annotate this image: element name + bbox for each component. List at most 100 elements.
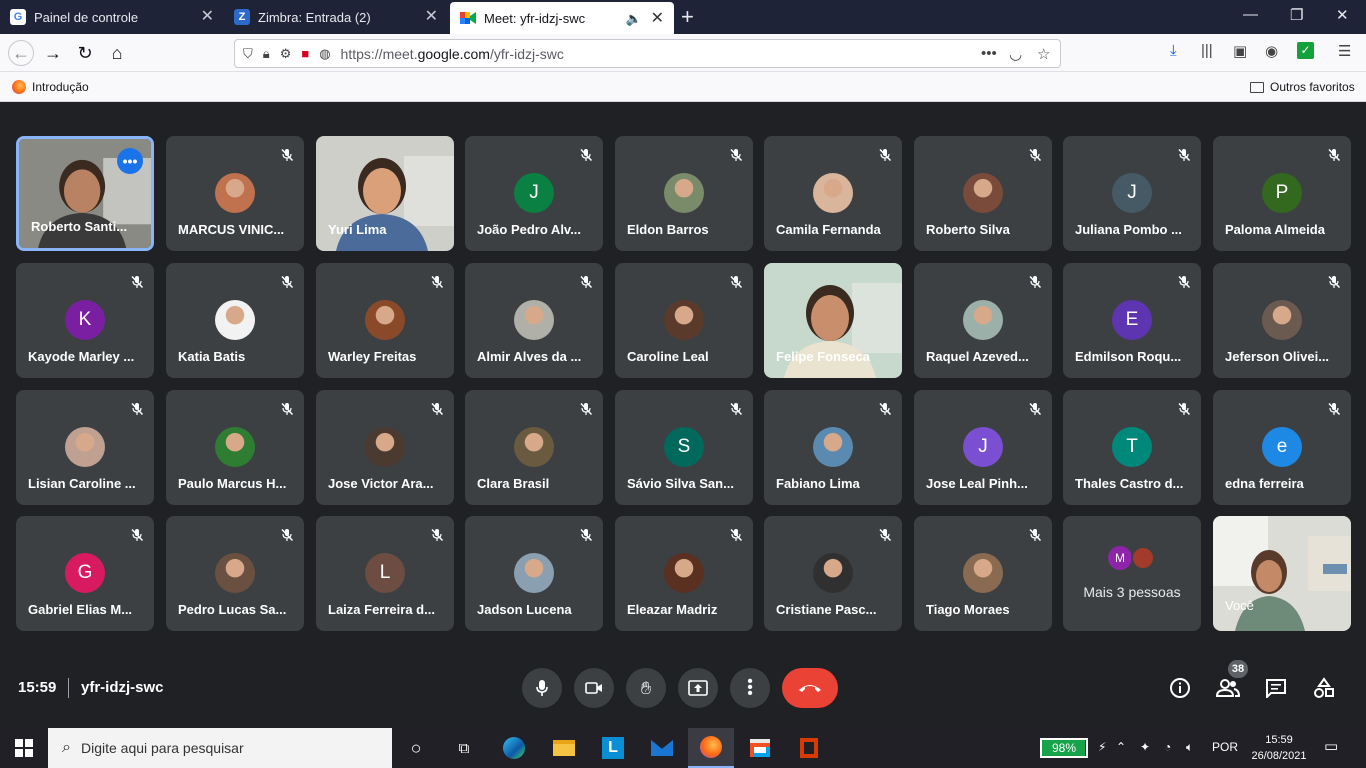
participant-tile[interactable]: Cristiane Pasc... [764, 516, 902, 631]
other-bookmarks[interactable]: Outros favoritos [1250, 80, 1355, 94]
downloads-icon[interactable]: ⤓ [1170, 42, 1177, 59]
participant-tile[interactable]: ••• Roberto Santi... [16, 136, 154, 251]
participant-tile[interactable]: T Thales Castro d... [1063, 390, 1201, 505]
tab-meet[interactable]: Meet: yfr-idzj-swc 🔈 ✕ [450, 2, 674, 34]
participant-tile[interactable]: Warley Freitas [316, 263, 454, 378]
speaker-icon[interactable]: 🔈 [626, 11, 642, 27]
home-button[interactable]: ⌂ [104, 40, 130, 66]
present-screen-button[interactable] [678, 668, 718, 708]
lock-icon[interactable]: 🔒︎ [263, 46, 270, 62]
battery-indicator[interactable]: 98% [1040, 738, 1088, 758]
bookmark-introducao[interactable]: Introdução [12, 80, 89, 94]
camera-button[interactable] [574, 668, 614, 708]
close-icon[interactable]: ✕ [425, 9, 438, 25]
pocket-icon[interactable]: ◡ [1009, 45, 1022, 63]
microphone-active-icon[interactable]: ◍ [319, 46, 330, 62]
tray-expand-icon[interactable]: ⌃ [1116, 740, 1126, 754]
dropbox-icon[interactable]: ✦ [1140, 740, 1150, 754]
participant-tile[interactable]: Camila Fernanda [764, 136, 902, 251]
participant-tile[interactable]: Raquel Azeved... [914, 263, 1052, 378]
reload-button[interactable]: ↻ [72, 40, 98, 66]
account-icon[interactable]: ◉ [1265, 42, 1278, 60]
participant-tile[interactable]: Tiago Moraes [914, 516, 1052, 631]
permissions-icon[interactable]: ⚙ [280, 46, 292, 62]
back-button[interactable]: ← [8, 40, 34, 66]
meeting-details-button[interactable] [1168, 676, 1192, 700]
store-icon[interactable] [748, 736, 772, 760]
url-text[interactable]: https://meet.google.com/yfr-idzj-swc [341, 46, 564, 62]
camera-active-icon[interactable]: ■ [301, 46, 309, 61]
raise-hand-button[interactable]: ✋︎ [626, 668, 666, 708]
participant-tile[interactable]: Lisian Caroline ... [16, 390, 154, 505]
language-indicator[interactable]: POR [1212, 740, 1238, 754]
close-icon[interactable]: ✕ [651, 11, 664, 27]
participant-tile[interactable]: L Laiza Ferreira d... [316, 516, 454, 631]
charging-icon[interactable]: ⚡ [1098, 740, 1106, 754]
windows-start-icon[interactable] [12, 736, 36, 760]
firefox-taskbar-icon[interactable] [688, 728, 734, 768]
wifi-icon[interactable]: ◔ [1164, 740, 1171, 754]
extension-check-icon[interactable]: ✓ [1297, 42, 1314, 59]
participant-tile[interactable]: Eldon Barros [615, 136, 753, 251]
self-video-tile[interactable]: Você [1213, 516, 1351, 631]
participant-tile[interactable]: Jeferson Olivei... [1213, 263, 1351, 378]
shield-icon[interactable]: ⛉ [243, 46, 253, 62]
participant-tile[interactable]: J Jose Leal Pinh... [914, 390, 1052, 505]
task-view-icon[interactable]: ⧉ [452, 736, 476, 760]
more-people-tile[interactable]: M Mais 3 pessoas [1063, 516, 1201, 631]
system-clock[interactable]: 15:59 26/08/2021 [1246, 732, 1312, 764]
office-icon[interactable] [797, 736, 821, 760]
participant-tile[interactable]: S Sávio Silva San... [615, 390, 753, 505]
chat-button[interactable] [1264, 676, 1288, 700]
participant-tile[interactable]: Jadson Lucena [465, 516, 603, 631]
library-icon[interactable]: ||| [1201, 42, 1213, 59]
url-bar[interactable]: ⛉ 🔒︎ ⚙ ■ ◍ https://meet.google.com/yfr-i… [234, 39, 1061, 68]
more-options-button[interactable]: • • • [730, 668, 770, 708]
participant-tile[interactable]: Felipe Fonseca [764, 263, 902, 378]
lync-icon[interactable]: L [601, 736, 625, 760]
new-tab-button[interactable]: + [681, 4, 694, 30]
menu-icon[interactable]: ☰ [1338, 42, 1351, 60]
participant-tile[interactable]: Clara Brasil [465, 390, 603, 505]
participant-tile[interactable]: E Edmilson Roqu... [1063, 263, 1201, 378]
activities-button[interactable] [1312, 676, 1336, 700]
participant-tile[interactable]: Eleazar Madriz [615, 516, 753, 631]
bookmark-star-icon[interactable]: ☆ [1037, 45, 1050, 63]
notifications-icon[interactable]: ▭ [1324, 737, 1338, 755]
participant-tile[interactable]: Roberto Silva [914, 136, 1052, 251]
mail-icon[interactable] [650, 736, 674, 760]
participant-tile[interactable]: Caroline Leal [615, 263, 753, 378]
more-options-icon[interactable]: ••• [117, 148, 143, 174]
volume-icon[interactable]: 🔈︎ [1186, 740, 1193, 755]
page-actions-icon[interactable]: ••• [981, 45, 997, 62]
minimize-icon[interactable]: — [1243, 6, 1258, 23]
participant-tile[interactable]: Pedro Lucas Sa... [166, 516, 304, 631]
participant-tile[interactable]: Jose Victor Ara... [316, 390, 454, 505]
cortana-icon[interactable]: ○ [404, 736, 428, 760]
participant-tile[interactable]: Fabiano Lima [764, 390, 902, 505]
participant-tile[interactable]: Katia Batis [166, 263, 304, 378]
tab-zimbra[interactable]: Z Zimbra: Entrada (2) ✕ [224, 0, 448, 34]
sidebar-icon[interactable]: ▣ [1233, 42, 1247, 60]
participant-tile[interactable]: Almir Alves da ... [465, 263, 603, 378]
forward-button[interactable]: → [40, 40, 66, 66]
participant-tile[interactable]: MARCUS VINIC... [166, 136, 304, 251]
participant-tile[interactable]: G Gabriel Elias M... [16, 516, 154, 631]
file-explorer-icon[interactable] [552, 736, 576, 760]
restore-icon[interactable]: ❐ [1290, 6, 1303, 24]
participant-tile[interactable]: Paulo Marcus H... [166, 390, 304, 505]
edge-icon[interactable] [502, 736, 526, 760]
participant-tile[interactable]: Yuri Lima [316, 136, 454, 251]
participant-tile[interactable]: J João Pedro Alv... [465, 136, 603, 251]
window-close-icon[interactable]: ✕ [1336, 6, 1349, 24]
leave-call-button[interactable] [782, 668, 838, 708]
close-icon[interactable]: ✕ [201, 9, 214, 25]
participant-tile[interactable]: P Paloma Almeida [1213, 136, 1351, 251]
people-button[interactable] [1216, 676, 1240, 700]
participant-tile[interactable]: K Kayode Marley ... [16, 263, 154, 378]
taskbar-search[interactable]: ⌕ Digite aqui para pesquisar [48, 728, 392, 768]
tab-painel[interactable]: G Painel de controle ✕ [0, 0, 224, 34]
participant-tile[interactable]: e edna ferreira [1213, 390, 1351, 505]
participant-tile[interactable]: J Juliana Pombo ... [1063, 136, 1201, 251]
microphone-button[interactable] [522, 668, 562, 708]
